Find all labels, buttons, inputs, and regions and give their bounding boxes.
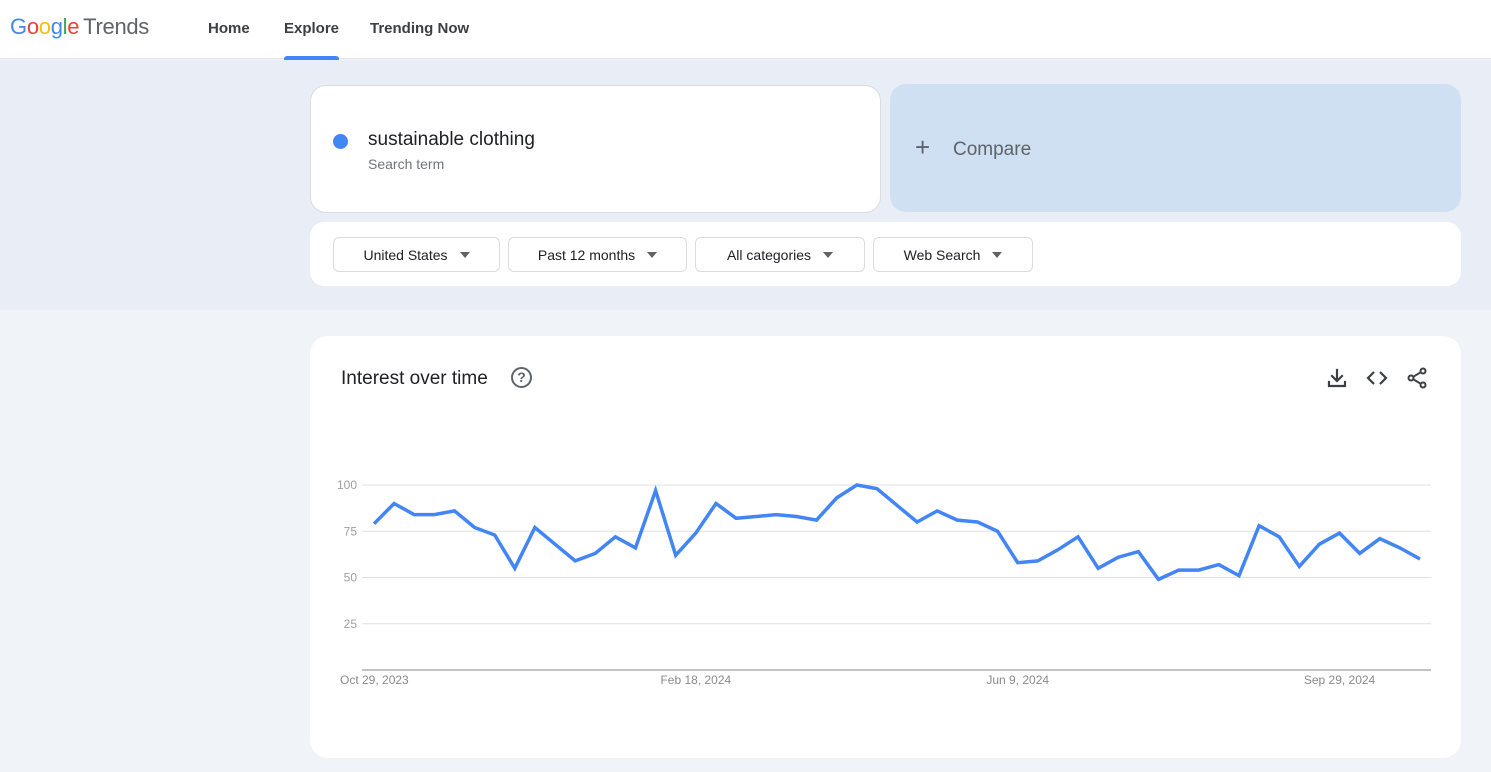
dropdown-arrow-icon bbox=[459, 251, 470, 258]
filter-bar: United States Past 12 months All categor… bbox=[310, 222, 1461, 286]
compare-button[interactable]: + Compare bbox=[890, 84, 1461, 212]
interest-over-time-panel: Interest over time ? 25 50 75 100 Oct 29, 20… bbox=[310, 336, 1461, 758]
filter-category[interactable]: All categories bbox=[695, 237, 865, 272]
x-tick-label: Sep 29, 2024 bbox=[1304, 673, 1376, 687]
top-app-bar: Google Trends Home Explore Trending Now bbox=[0, 0, 1491, 60]
dropdown-arrow-icon bbox=[823, 251, 834, 258]
plus-icon: + bbox=[915, 132, 931, 162]
search-term-card[interactable]: sustainable clothing Search term bbox=[310, 85, 881, 213]
logo-letter: o bbox=[38, 14, 51, 39]
nav-explore[interactable]: Explore bbox=[284, 20, 340, 60]
compare-label: Compare bbox=[953, 139, 1032, 160]
y-tick-label: 25 bbox=[344, 617, 358, 631]
search-term-name[interactable]: sustainable clothing bbox=[368, 129, 535, 151]
filter-search-type-label: Web Search bbox=[903, 246, 981, 263]
y-tick-label: 75 bbox=[344, 524, 358, 538]
x-tick-label: Feb 18, 2024 bbox=[660, 673, 731, 687]
dropdown-arrow-icon bbox=[647, 251, 658, 258]
search-term-type: Search term bbox=[368, 156, 445, 172]
dropdown-arrow-icon bbox=[992, 251, 1003, 258]
nav-home[interactable]: Home bbox=[208, 20, 250, 37]
y-tick-label: 100 bbox=[337, 478, 357, 492]
x-tick-label: Jun 9, 2024 bbox=[986, 673, 1049, 687]
filter-region[interactable]: United States bbox=[333, 237, 500, 272]
logo-letter: o bbox=[26, 14, 39, 39]
nav-trending-now[interactable]: Trending Now bbox=[370, 20, 469, 37]
filter-search-type[interactable]: Web Search bbox=[873, 237, 1033, 272]
logo-letter: G bbox=[10, 14, 27, 39]
term-color-dot bbox=[333, 134, 348, 149]
x-tick-label: Oct 29, 2023 bbox=[340, 673, 409, 687]
filter-time-range[interactable]: Past 12 months bbox=[508, 237, 687, 272]
y-tick-label: 50 bbox=[344, 571, 358, 585]
logo-suffix: Trends bbox=[83, 14, 150, 39]
line-chart: 25 50 75 100 Oct 29, 2023 Feb 18, 2024 Jun 9, … bbox=[337, 478, 1431, 687]
logo-letter: g bbox=[50, 14, 63, 39]
filter-region-label: United States bbox=[363, 246, 448, 263]
filter-category-label: All categories bbox=[726, 246, 812, 263]
filter-time-range-label: Past 12 months bbox=[537, 246, 636, 263]
logo-letter: e bbox=[67, 14, 80, 39]
google-trends-logo[interactable]: Google Trends bbox=[10, 14, 149, 40]
series-line bbox=[372, 483, 1421, 582]
